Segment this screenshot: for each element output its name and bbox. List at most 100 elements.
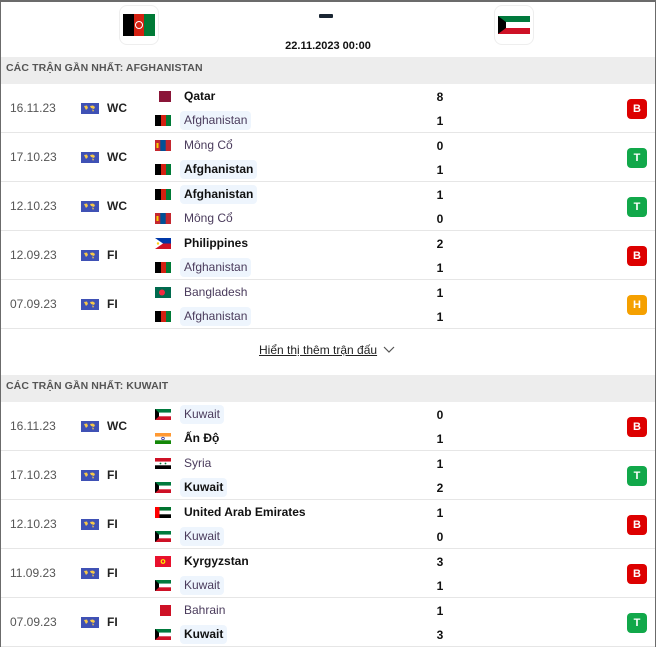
- india-flag-icon: [155, 432, 171, 444]
- away-score: 3: [436, 628, 444, 642]
- match-row[interactable]: 16.11.23 WC Qatar Afghanistan 8 1 B: [1, 84, 655, 133]
- afghanistan-flag-icon: [155, 188, 171, 200]
- competition-code: WC: [107, 419, 127, 433]
- home-team[interactable]: Philippines: [155, 233, 252, 253]
- away-team[interactable]: Kuwait: [155, 526, 225, 546]
- bangladesh-flag-icon: [155, 286, 171, 298]
- home-score: 1: [436, 457, 444, 471]
- away-score: 1: [436, 261, 444, 275]
- result-badge: T: [627, 148, 647, 168]
- home-score: 0: [436, 408, 444, 422]
- match-list: 16.11.23 WC Qatar Afghanistan 8 1 B 17.10.23 WC M…: [1, 84, 655, 329]
- home-team[interactable]: Afghanistan: [155, 184, 258, 204]
- home-team-name: Kyrgyzstan: [184, 553, 249, 568]
- competition-world-icon: [81, 299, 99, 310]
- away-score: 2: [436, 481, 444, 495]
- away-team[interactable]: Afghanistan: [155, 306, 252, 326]
- result-badge: H: [627, 295, 647, 315]
- home-team-name: Syria: [184, 455, 212, 470]
- away-team[interactable]: Kuwait: [155, 477, 228, 497]
- competition-code: FI: [107, 615, 118, 629]
- kuwait-flag-icon: [155, 579, 171, 591]
- match-row[interactable]: 07.09.23 FI Bahrain Kuwait 1 3 T: [1, 598, 655, 647]
- match-date: 17.10.23: [10, 468, 57, 482]
- match-row[interactable]: 16.11.23 WC Kuwait Ấn Độ 0 1 B: [1, 402, 655, 451]
- match-date: 07.09.23: [10, 297, 57, 311]
- home-team[interactable]: Syria: [155, 453, 215, 473]
- section-header: CÁC TRẬN GẦN NHẤT: KUWAIT: [1, 375, 655, 402]
- away-score: 0: [436, 530, 444, 544]
- match-row[interactable]: 12.09.23 FI Philippines Afghanistan 2 1 B: [1, 231, 655, 280]
- competition-world-icon: [81, 250, 99, 261]
- away-team[interactable]: Afghanistan: [155, 257, 252, 277]
- competition-world-icon: [81, 201, 99, 212]
- home-team[interactable]: United Arab Emirates: [155, 502, 310, 522]
- competition-world-icon: [81, 617, 99, 628]
- show-more-row: Hiển thị thêm trận đấu: [1, 329, 655, 375]
- afghanistan-flag-icon: [155, 310, 171, 322]
- away-team-name: Kuwait: [180, 477, 228, 497]
- home-score: 1: [436, 188, 444, 202]
- competition-code: WC: [107, 199, 127, 213]
- home-team-logo[interactable]: [119, 5, 159, 45]
- bahrain-flag-icon: [155, 604, 171, 616]
- away-team-logo[interactable]: [494, 5, 534, 45]
- match-row[interactable]: 17.10.23 WC Mông Cổ Afghanistan 0 1 T: [1, 133, 655, 182]
- match-date: 17.10.23: [10, 150, 57, 164]
- away-team[interactable]: Afghanistan: [155, 110, 252, 130]
- away-team[interactable]: Ấn Độ: [155, 428, 223, 448]
- away-score: 0: [436, 212, 444, 226]
- match-date: 16.11.23: [10, 101, 56, 115]
- home-score: 1: [436, 506, 444, 520]
- home-score: 1: [436, 604, 444, 618]
- result-badge: B: [627, 246, 647, 266]
- away-team[interactable]: Kuwait: [155, 624, 228, 644]
- home-team-name: Philippines: [184, 235, 249, 250]
- competition-code: FI: [107, 248, 118, 262]
- competition-world-icon: [81, 470, 99, 481]
- qatar-flag-icon: [155, 90, 171, 102]
- match-row[interactable]: 11.09.23 FI Kyrgyzstan Kuwait 3 1 B: [1, 549, 655, 598]
- recent-matches-kuwait: CÁC TRẬN GẦN NHẤT: KUWAIT 16.11.23 WC Kuwa…: [1, 375, 655, 647]
- match-row[interactable]: 17.10.23 FI Syria Kuwait 1 2 T: [1, 451, 655, 500]
- result-badge: B: [627, 564, 647, 584]
- philippines-flag-icon: [155, 237, 171, 249]
- competition-code: FI: [107, 517, 118, 531]
- head-to-head-panel: 22.11.2023 00:00 CÁC TRẬN GẦN NHẤT: AFGH…: [0, 0, 656, 647]
- home-team[interactable]: Mông Cổ: [155, 135, 237, 155]
- kuwait-flag-icon: [155, 530, 171, 542]
- away-team-name: Kuwait: [180, 526, 225, 546]
- away-team-name: Kuwait: [180, 575, 225, 595]
- match-datetime: 22.11.2023 00:00: [285, 40, 371, 52]
- match-date: 11.09.23: [10, 566, 56, 580]
- result-badge: T: [627, 197, 647, 217]
- away-score: 1: [436, 579, 444, 593]
- afghanistan-flag-icon: [155, 163, 171, 175]
- away-team-name: Afghanistan: [180, 306, 252, 326]
- kuwait-flag-icon: [155, 628, 171, 640]
- home-team[interactable]: Bahrain: [155, 600, 229, 620]
- home-team[interactable]: Bangladesh: [155, 282, 251, 302]
- away-team[interactable]: Mông Cổ: [155, 208, 237, 228]
- match-row[interactable]: 12.10.23 FI United Arab Emirates Kuwait 1 0 B: [1, 500, 655, 549]
- match-row[interactable]: 07.09.23 FI Bangladesh Afghanistan 1 1 H: [1, 280, 655, 329]
- home-team[interactable]: Qatar: [155, 86, 219, 106]
- competition-code: FI: [107, 566, 118, 580]
- home-team[interactable]: Kyrgyzstan: [155, 551, 253, 571]
- result-badge: B: [627, 417, 647, 437]
- afghanistan-flag-icon: [155, 114, 171, 126]
- home-team-name: Bahrain: [184, 602, 226, 617]
- competition-code: WC: [107, 101, 127, 115]
- kuwait-flag-icon: [498, 16, 530, 34]
- afghanistan-flag-icon: [155, 261, 171, 273]
- away-team-name: Afghanistan: [180, 257, 252, 277]
- away-team[interactable]: Kuwait: [155, 575, 225, 595]
- kuwait-flag-icon: [155, 481, 171, 493]
- home-team[interactable]: Kuwait: [155, 404, 225, 424]
- home-score: 3: [436, 555, 444, 569]
- match-row[interactable]: 12.10.23 WC Afghanistan Mông Cổ 1 0 T: [1, 182, 655, 231]
- match-header: 22.11.2023 00:00: [1, 2, 655, 57]
- competition-code: FI: [107, 297, 118, 311]
- show-more-matches-link[interactable]: Hiển thị thêm trận đấu: [259, 343, 395, 357]
- away-team[interactable]: Afghanistan: [155, 159, 258, 179]
